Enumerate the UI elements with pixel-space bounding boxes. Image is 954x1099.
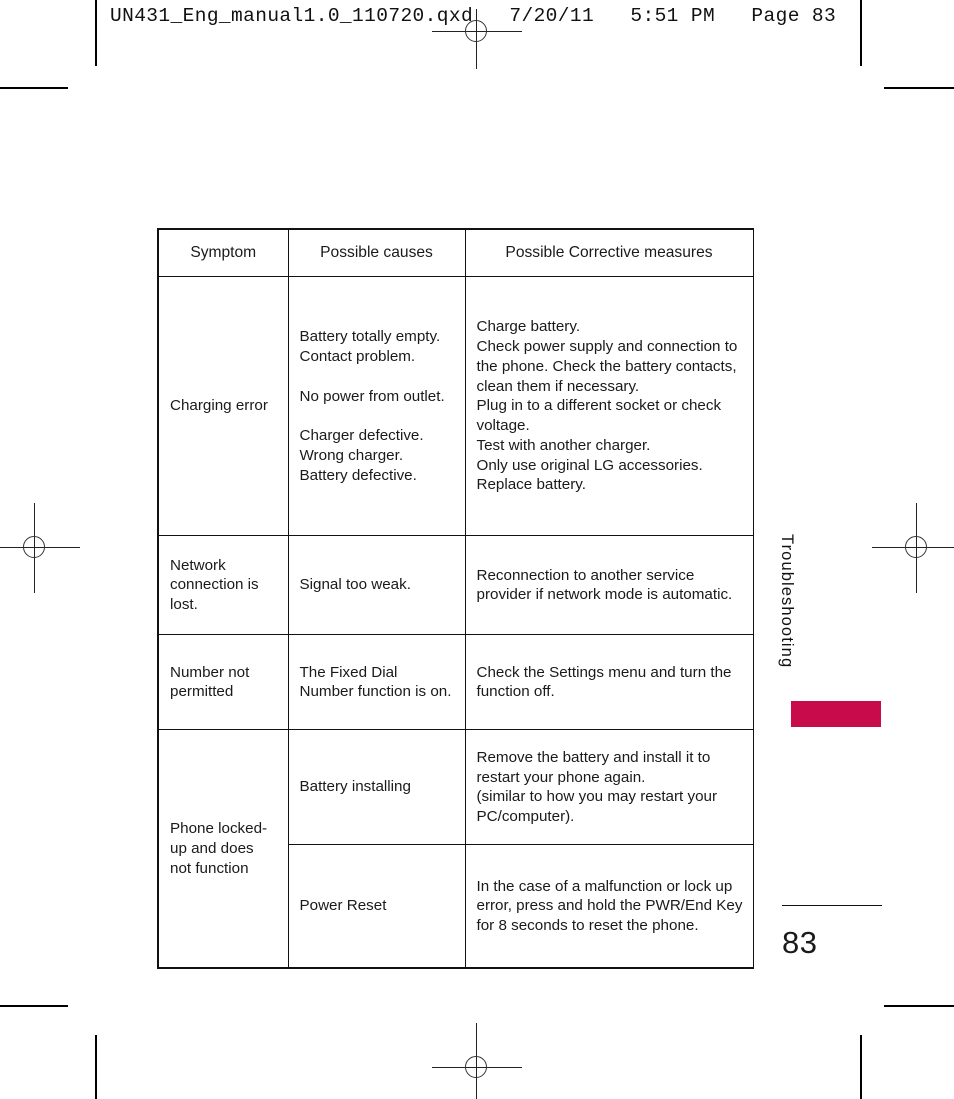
crop-mark-bottom-right-horizontal [884, 1005, 954, 1007]
cell-possible-causes: The Fixed Dial Number function is on. [288, 634, 466, 731]
cell-symptom: Network connection is lost. [158, 535, 289, 636]
crop-mark-bottom-left-horizontal [0, 1005, 68, 1007]
table-header-row: Symptom Possible causes Possible Correct… [158, 229, 753, 278]
cell-corrective-measures: In the case of a malfunction or lock up … [465, 844, 753, 969]
chapter-tab-marker [791, 701, 881, 727]
chapter-side-label: Troubleshooting [778, 534, 796, 669]
table-header: Symptom Possible causes Possible Correct… [158, 229, 753, 278]
registration-ring [905, 536, 927, 558]
crop-mark-top-left-horizontal [0, 87, 68, 89]
column-header-corrective-measures: Possible Corrective measures [465, 229, 753, 278]
page-frame-right-rule [860, 0, 861, 66]
page-number: 83 [782, 925, 818, 960]
registration-ring [465, 1056, 487, 1078]
cell-possible-causes: Battery totally empty. Contact problem. … [288, 276, 466, 537]
cell-corrective-measures: Remove the battery and install it to res… [465, 729, 753, 846]
crop-mark-bottom-left-vertical [95, 1035, 97, 1099]
cell-symptom: Charging error [158, 276, 289, 537]
registration-ring [23, 536, 45, 558]
troubleshooting-table: Symptom Possible causes Possible Correct… [157, 228, 754, 970]
troubleshooting-table-wrap: Symptom Possible causes Possible Correct… [157, 228, 754, 970]
registration-mark-right [872, 503, 954, 593]
manual-page: UN431_Eng_manual1.0_110720.qxd 7/20/11 5… [0, 0, 954, 1099]
cell-possible-causes: Battery installing [288, 729, 466, 846]
column-header-symptom: Symptom [158, 229, 289, 278]
table-row: Network connection is lost. Signal too w… [158, 535, 753, 636]
cell-corrective-measures: Check the Settings menu and turn the fun… [465, 634, 753, 731]
cell-corrective-measures: Charge battery. Check power supply and c… [465, 276, 753, 537]
cell-symptom: Phone locked-up and does not function [158, 729, 289, 969]
registration-ring [465, 20, 487, 42]
cell-possible-causes: Signal too weak. [288, 535, 466, 636]
crop-mark-bottom-right-vertical [860, 1035, 862, 1099]
table-row: Number not permitted The Fixed Dial Numb… [158, 634, 753, 731]
registration-mark-bottom [432, 1023, 522, 1099]
registration-mark-left [0, 503, 80, 593]
cell-symptom: Number not permitted [158, 634, 289, 731]
table-body: Charging error Battery totally empty. Co… [158, 276, 753, 969]
cell-corrective-measures: Reconnection to another service provider… [465, 535, 753, 636]
registration-mark-top [432, 9, 522, 69]
table-row: Phone locked-up and does not function Ba… [158, 729, 753, 969]
folio-rule [782, 905, 882, 906]
cell-possible-causes: Power Reset [288, 844, 466, 969]
column-header-possible-causes: Possible causes [288, 229, 466, 278]
table-row: Charging error Battery totally empty. Co… [158, 276, 753, 537]
page-frame-left-rule [95, 0, 96, 66]
crop-mark-top-right-horizontal [884, 87, 954, 89]
